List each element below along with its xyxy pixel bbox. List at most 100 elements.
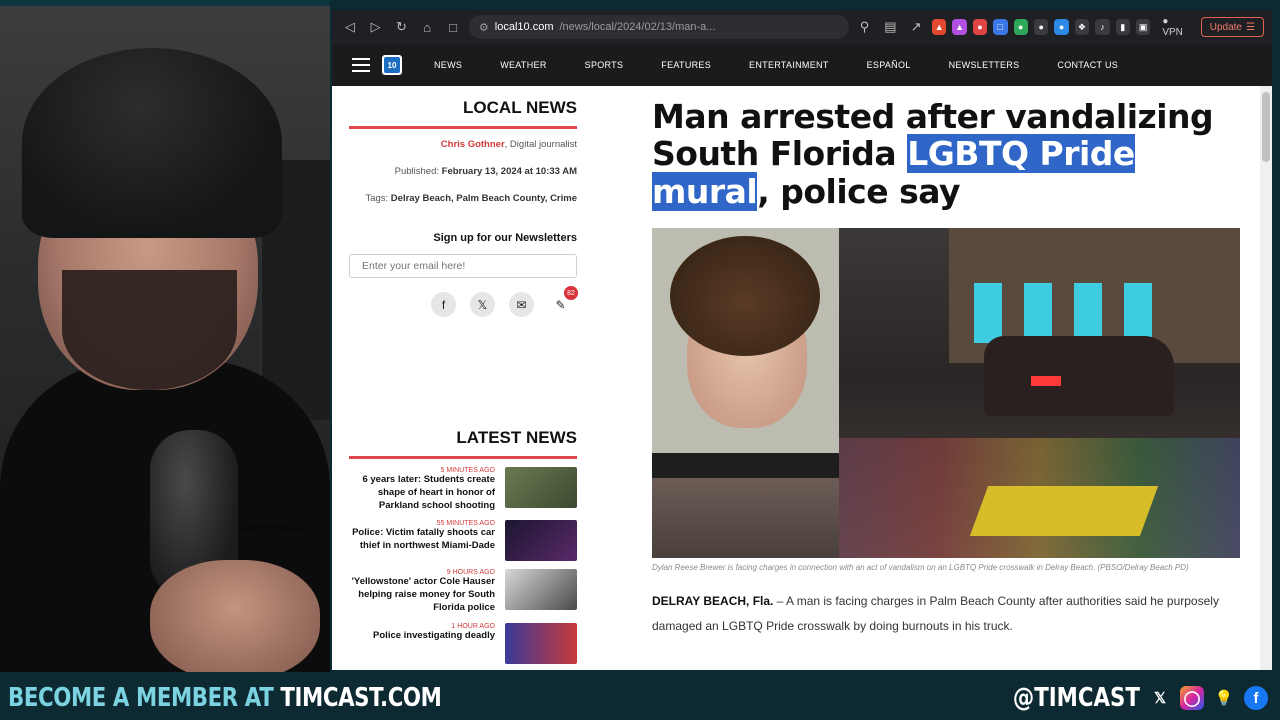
truck-taillight: [1031, 375, 1061, 386]
article-lede: DELRAY BEACH, Fla. – A man is facing cha…: [652, 589, 1240, 638]
share-icon[interactable]: ↗: [906, 16, 926, 38]
nav-weather[interactable]: WEATHER: [500, 60, 546, 70]
update-label: Update: [1209, 21, 1242, 33]
nav-entertainment[interactable]: ENTERTAINMENT: [749, 60, 829, 70]
share-buttons: f 𝕏 ✉ ✎ 82: [349, 286, 578, 317]
newsletter-title: Sign up for our Newsletters: [433, 232, 577, 244]
article-photo[interactable]: [652, 227, 1240, 558]
url-path: /news/local/2024/02/13/man-a...: [559, 21, 716, 33]
facebook-share-icon[interactable]: f: [431, 292, 456, 317]
extension-icon-4[interactable]: ●: [1054, 19, 1069, 35]
facebook-icon: f: [1244, 686, 1268, 710]
news-title[interactable]: Police investigating deadly: [350, 630, 495, 643]
vpn-label: VPN: [1162, 27, 1183, 38]
list-item[interactable]: 55 MINUTES AGO Police: Victim fatally sho…: [349, 520, 577, 562]
translate-icon[interactable]: □: [993, 19, 1008, 35]
published-date: February 13, 2024 at 10:33 AM: [441, 166, 577, 177]
news-thumbnail[interactable]: [505, 622, 577, 664]
email-share-icon[interactable]: ✉: [509, 292, 534, 317]
site-logo[interactable]: 10: [382, 55, 402, 75]
site-settings-icon[interactable]: ⚙: [479, 21, 489, 34]
update-button[interactable]: Update ☰: [1200, 17, 1264, 37]
rewards-icon[interactable]: ▲: [952, 19, 967, 35]
lit-window: [1074, 282, 1102, 343]
published-label: Published:: [394, 166, 439, 177]
page-scrollbar[interactable]: [1260, 86, 1272, 670]
mugshot-hair: [670, 235, 820, 356]
published-line: Published: February 13, 2024 at 10:33 AM: [349, 166, 577, 177]
list-item[interactable]: 9 HOURS AGO 'Yellowstone' actor Cole Haus…: [349, 569, 577, 614]
webcam-feed: [0, 0, 330, 672]
tag-links[interactable]: Delray Beach, Palm Beach County, Crime: [391, 193, 577, 204]
puzzle-icon[interactable]: ❖: [1074, 19, 1090, 35]
wallet-icon[interactable]: ▣: [1135, 19, 1151, 35]
news-title[interactable]: 6 years later: Students create shape of …: [350, 474, 495, 512]
lit-window: [1124, 282, 1152, 343]
news-time: 55 MINUTES AGO: [436, 520, 495, 528]
nav-newsletters[interactable]: NEWSLETTERS: [949, 60, 1020, 70]
news-thumbnail[interactable]: [505, 569, 577, 611]
extension-icon-1[interactable]: ●: [972, 19, 988, 35]
stream-frame: ◁ ▷ ↻ ⌂ □ ⚙ local10.com/news/local/2024/…: [0, 0, 1280, 720]
sidebar-icon[interactable]: ▮: [1115, 19, 1130, 35]
crosswalk-pavement: [652, 477, 839, 558]
forward-icon[interactable]: ▷: [366, 16, 386, 38]
list-item[interactable]: 1 HOUR AGO Police investigating deadly: [349, 622, 577, 664]
news-title[interactable]: Police: Victim fatally shoots car thief …: [350, 527, 495, 553]
stream-banner: BECOME A MEMBER AT TIMCAST.COM @TIMCAST …: [0, 676, 1280, 720]
social-handle: @TIMCAST: [1012, 683, 1140, 713]
menu-icon: ☰: [1246, 21, 1255, 33]
headline-part-b: , police say: [757, 171, 961, 211]
nav-contact-us[interactable]: CONTACT US: [1057, 60, 1118, 70]
site-navigation: 10 NEWS WEATHER SPORTS FEATURES ENTERTAI…: [332, 44, 1272, 86]
mugshot-image: [652, 227, 839, 483]
email-field[interactable]: [349, 254, 577, 278]
article-headline: Man arrested after vandalizing South Flo…: [652, 98, 1252, 211]
news-thumbnail[interactable]: [505, 467, 577, 508]
news-time: 1 HOUR AGO: [451, 622, 495, 630]
author-link[interactable]: Chris Gothner: [441, 139, 505, 150]
news-time: 9 HOURS AGO: [446, 569, 495, 577]
tags-label: Tags:: [365, 193, 389, 204]
photo-caption: Dylan Reese Brewer is facing charges in …: [652, 562, 1189, 572]
article-main: Man arrested after vandalizing South Flo…: [652, 86, 1252, 638]
instagram-icon: ◯: [1180, 686, 1204, 710]
reader-icon[interactable]: ▤: [880, 16, 900, 38]
page-content: LOCAL NEWS Chris Gothner, Digital journa…: [332, 86, 1272, 670]
extension-icon-3[interactable]: ●: [1033, 19, 1049, 35]
news-thumbnail[interactable]: [505, 520, 577, 562]
nav-features[interactable]: FEATURES: [661, 60, 711, 70]
cta-site: TIMCAST.COM: [280, 683, 442, 713]
logo-text: 10: [384, 57, 400, 73]
reload-icon[interactable]: ↻: [392, 16, 412, 38]
vpn-button[interactable]: ● VPN: [1162, 16, 1188, 38]
address-bar[interactable]: ⚙ local10.com/news/local/2024/02/13/man-…: [468, 15, 849, 39]
yellow-stripe: [969, 485, 1159, 536]
scrollbar-thumb[interactable]: [1262, 92, 1270, 162]
extension-icon-2[interactable]: ●: [1013, 19, 1028, 35]
section-title[interactable]: LOCAL NEWS: [349, 86, 577, 129]
truck: [984, 335, 1174, 416]
comments-icon[interactable]: ✎ 82: [548, 286, 578, 317]
home-icon[interactable]: ⌂: [417, 16, 437, 38]
search-icon[interactable]: ⚲: [855, 16, 875, 38]
latest-news-title: LATEST NEWS: [349, 416, 577, 459]
brave-shield-icon[interactable]: ▲: [932, 19, 947, 35]
presenter-beard: [62, 270, 237, 390]
music-icon[interactable]: ♪: [1095, 19, 1110, 35]
dateline: DELRAY BEACH, Fla.: [652, 594, 774, 609]
list-item[interactable]: 5 MINUTES AGO 6 years later: Students cre…: [349, 467, 577, 512]
hamburger-menu-icon[interactable]: [352, 58, 370, 72]
nav-sports[interactable]: SPORTS: [585, 60, 624, 70]
browser-window: ◁ ▷ ↻ ⌂ □ ⚙ local10.com/news/local/2024/…: [332, 10, 1272, 670]
article-sidebar: LOCAL NEWS Chris Gothner, Digital journa…: [349, 86, 578, 317]
x-share-icon[interactable]: 𝕏: [470, 292, 495, 317]
news-title[interactable]: 'Yellowstone' actor Cole Hauser helping …: [350, 576, 495, 614]
nav-news[interactable]: NEWS: [434, 60, 462, 70]
byline: Chris Gothner, Digital journalist: [349, 139, 577, 150]
browser-toolbar: ◁ ▷ ↻ ⌂ □ ⚙ local10.com/news/local/2024/…: [332, 10, 1272, 44]
bookmark-icon[interactable]: □: [443, 16, 463, 38]
lightbulb-icon: 💡: [1214, 690, 1234, 707]
nav-espanol[interactable]: ESPAÑOL: [867, 60, 911, 70]
back-icon[interactable]: ◁: [340, 16, 360, 38]
